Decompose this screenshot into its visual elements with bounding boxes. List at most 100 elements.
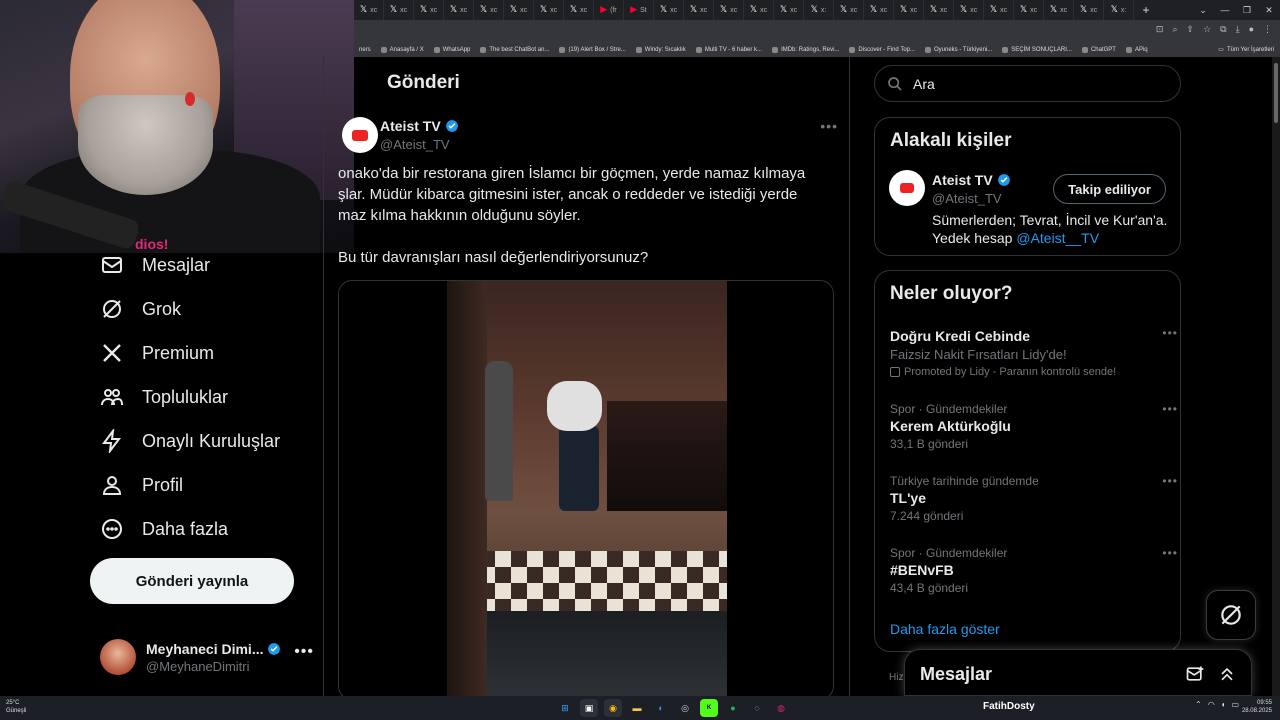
browser-tab[interactable]: 𝕏xc [654,0,684,20]
browser-tab[interactable]: 𝕏xc [954,0,984,20]
obs-icon[interactable]: ◌ [748,699,766,717]
browser-tab[interactable]: 𝕏xc [864,0,894,20]
tweet-media[interactable] [338,280,834,700]
file-explorer-icon[interactable]: ▬ [628,699,646,717]
zoom-icon[interactable]: ⌕ [1172,24,1177,35]
browser-tab[interactable]: ▶ (fr [594,0,624,20]
kick-icon[interactable]: K [700,699,718,717]
weather-widget[interactable]: 25°C Güneşli [6,699,26,715]
trend-item[interactable]: Spor · Gündemdekiler Kerem Aktürkoğlu 33… [890,402,1177,451]
minimize-icon[interactable]: — [1214,5,1236,15]
browser-tab[interactable]: 𝕏xc [384,0,414,20]
chrome-icon[interactable]: ◉ [604,699,622,717]
following-button[interactable]: Takip ediliyor [1053,174,1166,204]
bio-link[interactable]: @Ateist__TV [1016,230,1099,246]
related-avatar[interactable] [889,170,925,206]
volume-icon[interactable]: ◖ [1221,700,1226,709]
browser-tab[interactable]: 𝕏xc [714,0,744,20]
related-name[interactable]: Ateist TV [932,172,993,188]
bookmark-item[interactable]: Windy: Sıcaklık [631,46,691,53]
bookmark-item[interactable]: Anasayfa / X [376,46,429,53]
bookmark-item[interactable]: Oyuneks - Türkiyeni... [920,46,997,53]
browser-tab[interactable]: 𝕏x: [1104,0,1134,20]
browser-tab[interactable]: 𝕏xc [564,0,594,20]
new-message-icon[interactable] [1185,664,1205,684]
bookmark-item[interactable]: (19) Alert Box / Stre... [554,46,630,53]
bookmark-star-icon[interactable]: ☆ [1203,24,1211,35]
nav-item-premium[interactable]: Premium [100,331,214,375]
tweet-more-icon[interactable]: ••• [820,118,838,134]
video-player[interactable] [447,281,727,699]
app-icon[interactable]: ◍ [772,699,790,717]
trend-item-promoted[interactable]: Doğru Kredi Cebinde Faizsiz Nakit Fırsat… [890,326,1177,378]
spotify-icon[interactable]: ● [724,699,742,717]
browser-tab[interactable]: 𝕏xc [1044,0,1074,20]
tweet-author-name[interactable]: Ateist TV [380,118,441,134]
share-icon[interactable]: ⇪ [1187,24,1195,35]
page-scrollbar[interactable] [1272,57,1280,696]
profile-icon[interactable]: ● [1249,24,1254,35]
trend-more-icon[interactable]: ••• [1162,474,1178,488]
bookmark-item[interactable]: ChatGPT [1077,46,1121,53]
messages-drawer[interactable]: Mesajlar [904,649,1252,696]
browser-tab[interactable]: 𝕏xc [924,0,954,20]
clock[interactable]: 09:55 28.08.2025 [1242,699,1272,715]
account-switcher[interactable]: Meyhaneci Dimi... @MeyhaneDimitri ••• [100,633,314,681]
browser-tab[interactable]: 𝕏xc [1014,0,1044,20]
all-bookmarks[interactable]: ▭ Tüm Yer İşaretleri [1218,42,1274,57]
bookmark-item[interactable]: WhatsApp [429,46,476,53]
network-icon[interactable]: ◠ [1208,700,1215,709]
bookmark-item[interactable]: SEÇİM SONUÇLARI... [997,46,1077,53]
bookmark-item[interactable]: IMDb: Ratings, Revi... [767,46,844,53]
show-more-link[interactable]: Daha fazla göster [890,621,1000,637]
download-icon[interactable]: ⤓ [1236,24,1240,35]
bookmark-item[interactable]: Discover - Find Top... [844,46,920,53]
battery-icon[interactable]: ▭ [1232,700,1240,709]
start-menu-icon[interactable]: ⊞ [556,699,574,717]
scrollbar-thumb[interactable] [1274,63,1278,123]
nav-item-verified-orgs[interactable]: Onaylı Kuruluşlar [100,419,280,463]
task-view-icon[interactable]: ▣ [580,699,598,717]
browser-menu-icon[interactable]: ⋮ [1263,24,1272,35]
trend-item[interactable]: Spor · Gündemdekiler #BENvFB 43,4 B gönd… [890,546,1177,595]
steam-icon[interactable]: ◎ [676,699,694,717]
bookmark-item[interactable]: The best ChatBot an... [475,46,554,53]
tweet-author-avatar[interactable] [342,117,378,153]
trend-more-icon[interactable]: ••• [1162,402,1178,416]
bookmark-item[interactable]: ners [354,47,376,53]
browser-tab[interactable]: 𝕏xc [474,0,504,20]
nav-item-communities[interactable]: Topluluklar [100,375,228,419]
chevrons-up-icon[interactable] [1217,664,1237,684]
extensions-icon[interactable]: ⧉ [1220,24,1226,35]
bookmark-item[interactable]: Multi TV - 6 haber k... [691,46,767,53]
browser-tab[interactable]: ▶ St [624,0,654,20]
trend-more-icon[interactable]: ••• [1162,546,1178,560]
new-tab-button[interactable]: + [1138,3,1154,17]
tab-search-icon[interactable]: ⌄ [1192,5,1214,16]
tweet-author-handle[interactable]: @Ateist_TV [380,137,450,152]
edge-icon[interactable]: ◐ [652,699,670,717]
grok-float-button[interactable] [1206,590,1256,640]
trend-item[interactable]: Türkiye tarihinde gündemde TL'ye 7.244 g… [890,474,1177,523]
nav-item-messages[interactable]: Mesajlar [100,243,210,287]
browser-tab[interactable]: 𝕏xc [414,0,444,20]
nav-item-grok[interactable]: Grok [100,287,181,331]
browser-tab[interactable]: 𝕏xc [354,0,384,20]
account-more-icon[interactable]: ••• [294,643,314,661]
browser-tab[interactable]: 𝕏xc [444,0,474,20]
nav-item-profile[interactable]: Profil [100,463,183,507]
browser-tab[interactable]: 𝕏xc [504,0,534,20]
cast-icon[interactable]: ⊡ [1156,24,1164,35]
browser-tab[interactable]: 𝕏xc [684,0,714,20]
bookmark-item[interactable]: APiq [1121,46,1153,53]
tray-chevron-icon[interactable]: ⌃ [1195,700,1202,709]
search-box[interactable] [874,65,1181,102]
related-handle[interactable]: @Ateist_TV [932,191,1002,206]
browser-tab[interactable]: 𝕏x: [804,0,834,20]
maximize-icon[interactable]: ❐ [1236,5,1258,16]
browser-tab[interactable]: 𝕏xc [744,0,774,20]
close-window-icon[interactable]: ✕ [1258,5,1280,16]
nav-item-more[interactable]: Daha fazla [100,507,228,551]
post-button[interactable]: Gönderi yayınla [90,558,294,604]
browser-tab[interactable]: 𝕏xc [774,0,804,20]
